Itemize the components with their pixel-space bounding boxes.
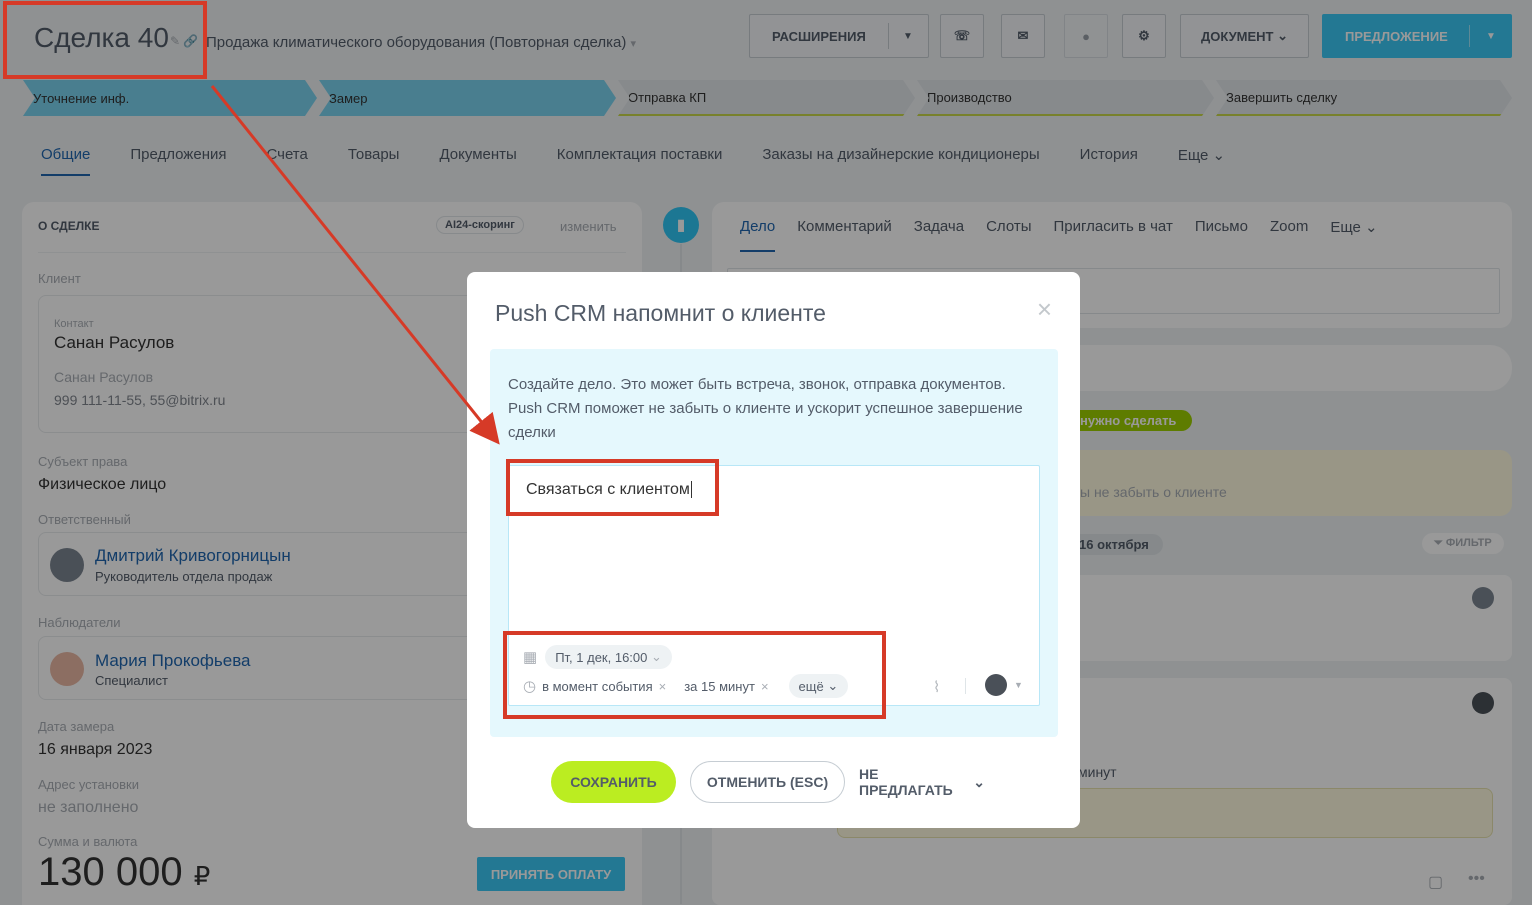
annotation-arrow xyxy=(210,85,500,445)
annotation-reminders-frame xyxy=(503,631,886,719)
annotation-input-frame xyxy=(506,459,719,516)
